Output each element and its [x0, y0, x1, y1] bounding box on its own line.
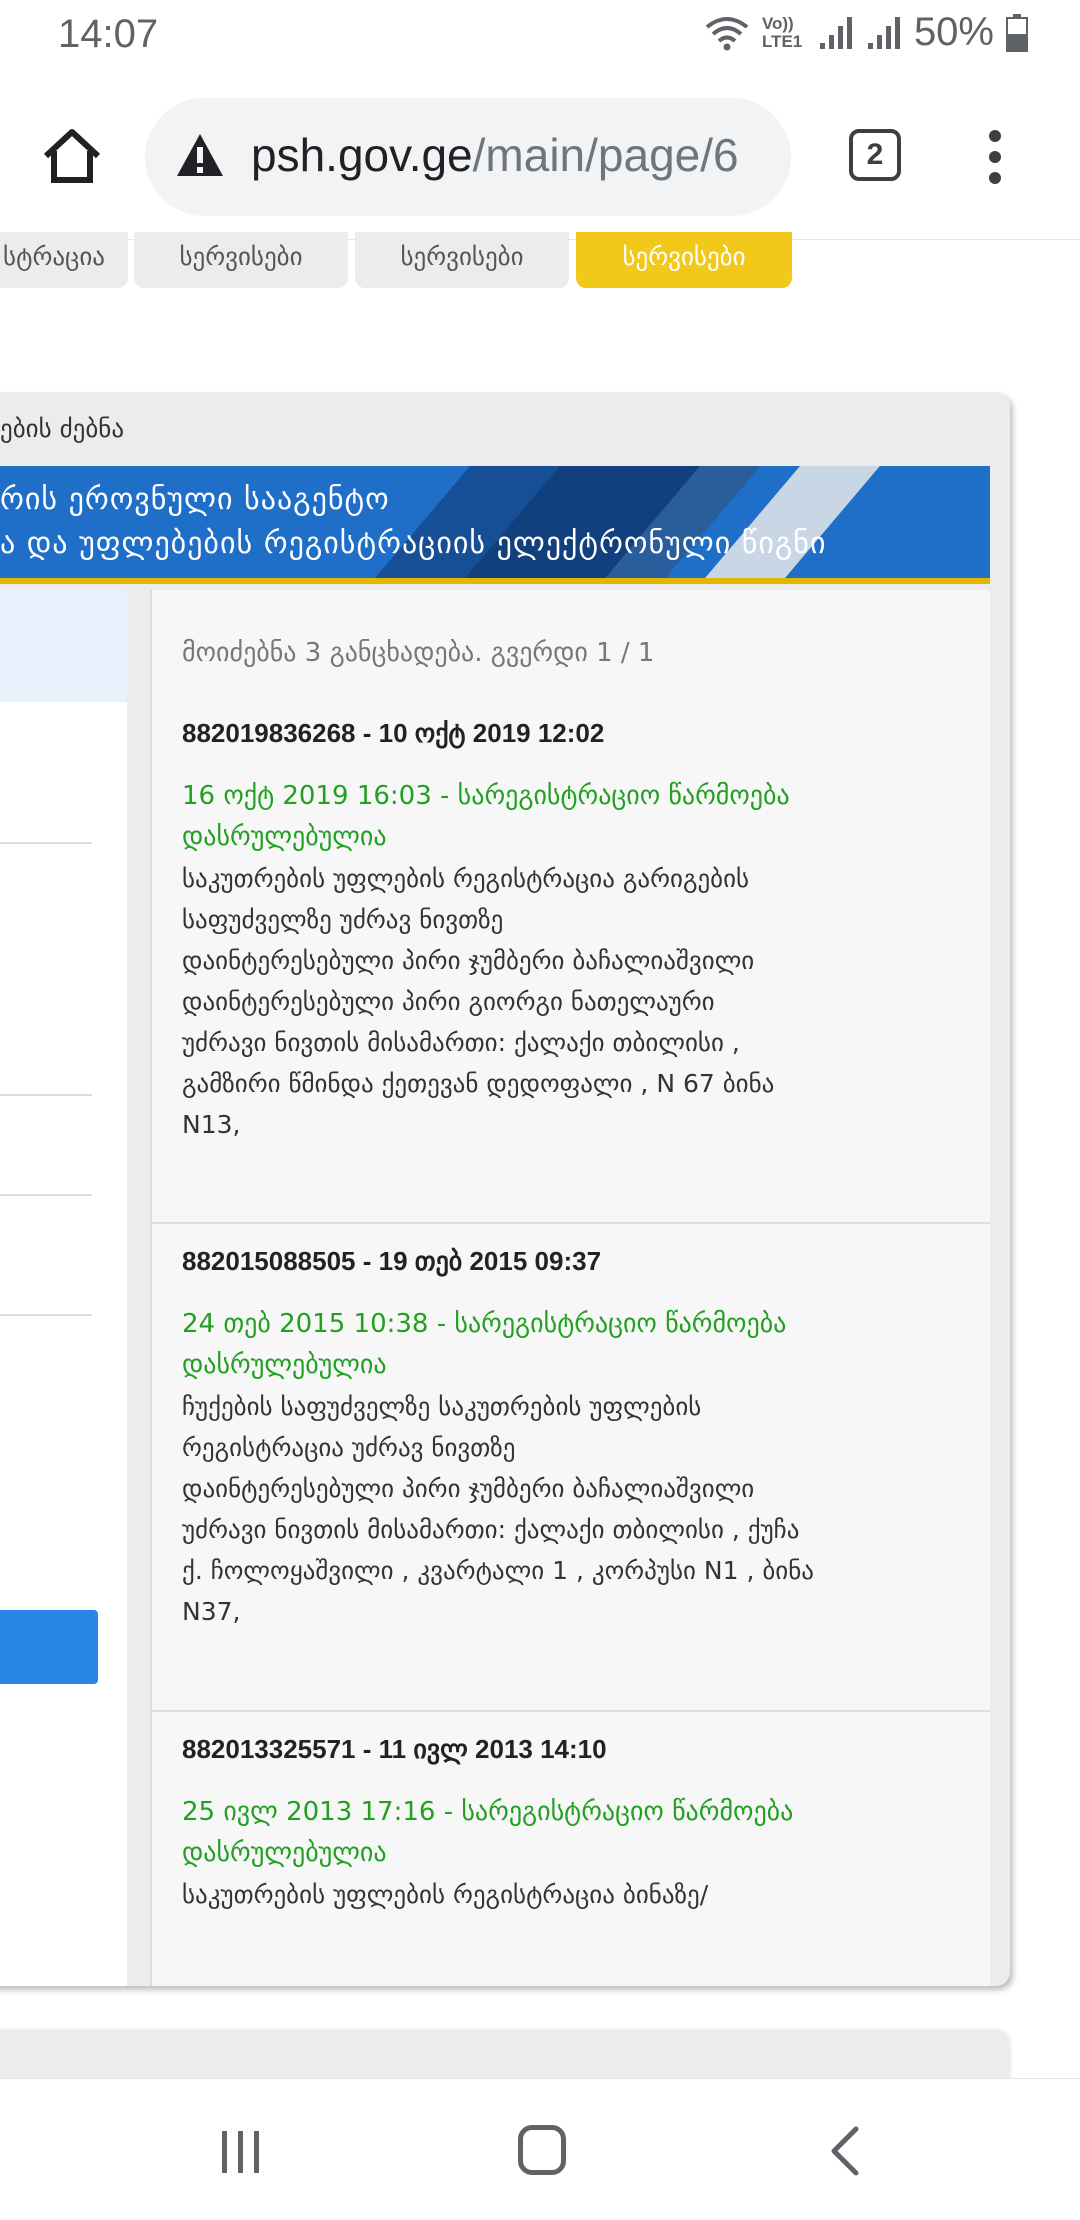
search-results-card: ების ძებნა რის ეროვნული სააგენტო ა და უფ… — [0, 392, 1010, 1986]
tab-switcher-icon[interactable]: 2 — [849, 129, 901, 181]
results-summary: მოიძებნა 3 განცხადება. გვერდი 1 / 1 — [182, 638, 655, 668]
status-bar: 14:07 Vo)) LTE1 50% — [0, 0, 1080, 84]
form-field-line[interactable] — [0, 1094, 92, 1096]
url-host: psh.gov.ge — [251, 129, 473, 181]
signal-icon — [819, 16, 852, 49]
form-field-line[interactable] — [0, 1194, 92, 1196]
recent-apps-icon[interactable] — [218, 2129, 264, 2175]
application-number[interactable]: 882015088505 - 19 თებ 2015 09:37 — [182, 1246, 601, 1277]
not-secure-warning-icon[interactable] — [175, 132, 225, 178]
application-details: საკუთრების უფლების რეგისტრაცია გარიგების… — [182, 864, 775, 1139]
status-time: 14:07 — [58, 12, 159, 56]
back-icon[interactable] — [826, 2125, 862, 2177]
card-title: ების ძებნა — [0, 414, 125, 443]
results-list: მოიძებნა 3 განცხადება. გვერდი 1 / 1 8820… — [150, 590, 990, 1986]
signal-icon — [867, 16, 900, 49]
nav-tab-services-active[interactable]: სერვისები — [576, 232, 792, 288]
status-icons: Vo)) LTE1 50% — [704, 10, 1028, 55]
form-field-line[interactable] — [0, 842, 92, 844]
application-status: 25 ივლ 2013 17:16 - სარეგისტრაციო წარმოე… — [182, 1797, 794, 1868]
banner-line-1: რის ეროვნული სააგენტო — [0, 482, 390, 517]
search-form-header — [0, 590, 127, 702]
application-status: 16 ოქტ 2019 16:03 - სარეგისტრაციო წარმოე… — [182, 781, 790, 852]
form-field-line[interactable] — [0, 1314, 92, 1316]
application-number[interactable]: 882019836268 - 10 ოქტ 2019 12:02 — [182, 718, 604, 749]
banner-stripe — [0, 578, 990, 584]
application-details: საკუთრების უფლების რეგისტრაცია ბინაზე/ — [182, 1880, 709, 1909]
entry-divider — [152, 1710, 990, 1712]
entry-divider — [152, 1222, 990, 1224]
address-bar[interactable]: psh.gov.ge/main/page/6 — [145, 98, 791, 216]
application-details: ჩუქების საფუძველზე საკუთრების უფლების რე… — [182, 1392, 814, 1626]
search-button[interactable] — [0, 1610, 98, 1684]
nav-tab-registration[interactable]: სტრაცია — [0, 232, 128, 288]
nav-tab-services-2[interactable]: სერვისები — [355, 232, 569, 288]
url-path: /main/page/6 — [472, 129, 739, 181]
battery-percent: 50% — [913, 10, 994, 54]
nav-tab-services-1[interactable]: სერვისები — [134, 232, 348, 288]
application-status: 24 თებ 2015 10:38 - სარეგისტრაციო წარმოე… — [182, 1309, 787, 1380]
home-icon[interactable] — [40, 124, 104, 188]
more-menu-icon[interactable] — [982, 130, 1008, 184]
application-number[interactable]: 882013325571 - 11 ივლ 2013 14:10 — [182, 1734, 607, 1765]
search-form-panel — [0, 590, 127, 1986]
browser-toolbar: psh.gov.ge/main/page/6 2 — [0, 84, 1080, 240]
url-text[interactable]: psh.gov.ge/main/page/6 — [251, 128, 739, 182]
network-label: Vo)) LTE1 — [761, 13, 803, 51]
agency-banner: რის ეროვნული სააგენტო ა და უფლებების რეგ… — [0, 466, 990, 584]
battery-icon — [1006, 13, 1028, 52]
banner-line-2: ა და უფლებების რეგისტრაციის ელექტრონული … — [0, 526, 827, 561]
wifi-icon — [705, 16, 749, 50]
android-nav-bar — [0, 2078, 1080, 2220]
site-nav-tabs: სტრაცია სერვისები სერვისები სერვისები — [0, 232, 1080, 290]
home-circle-icon[interactable] — [518, 2125, 566, 2175]
